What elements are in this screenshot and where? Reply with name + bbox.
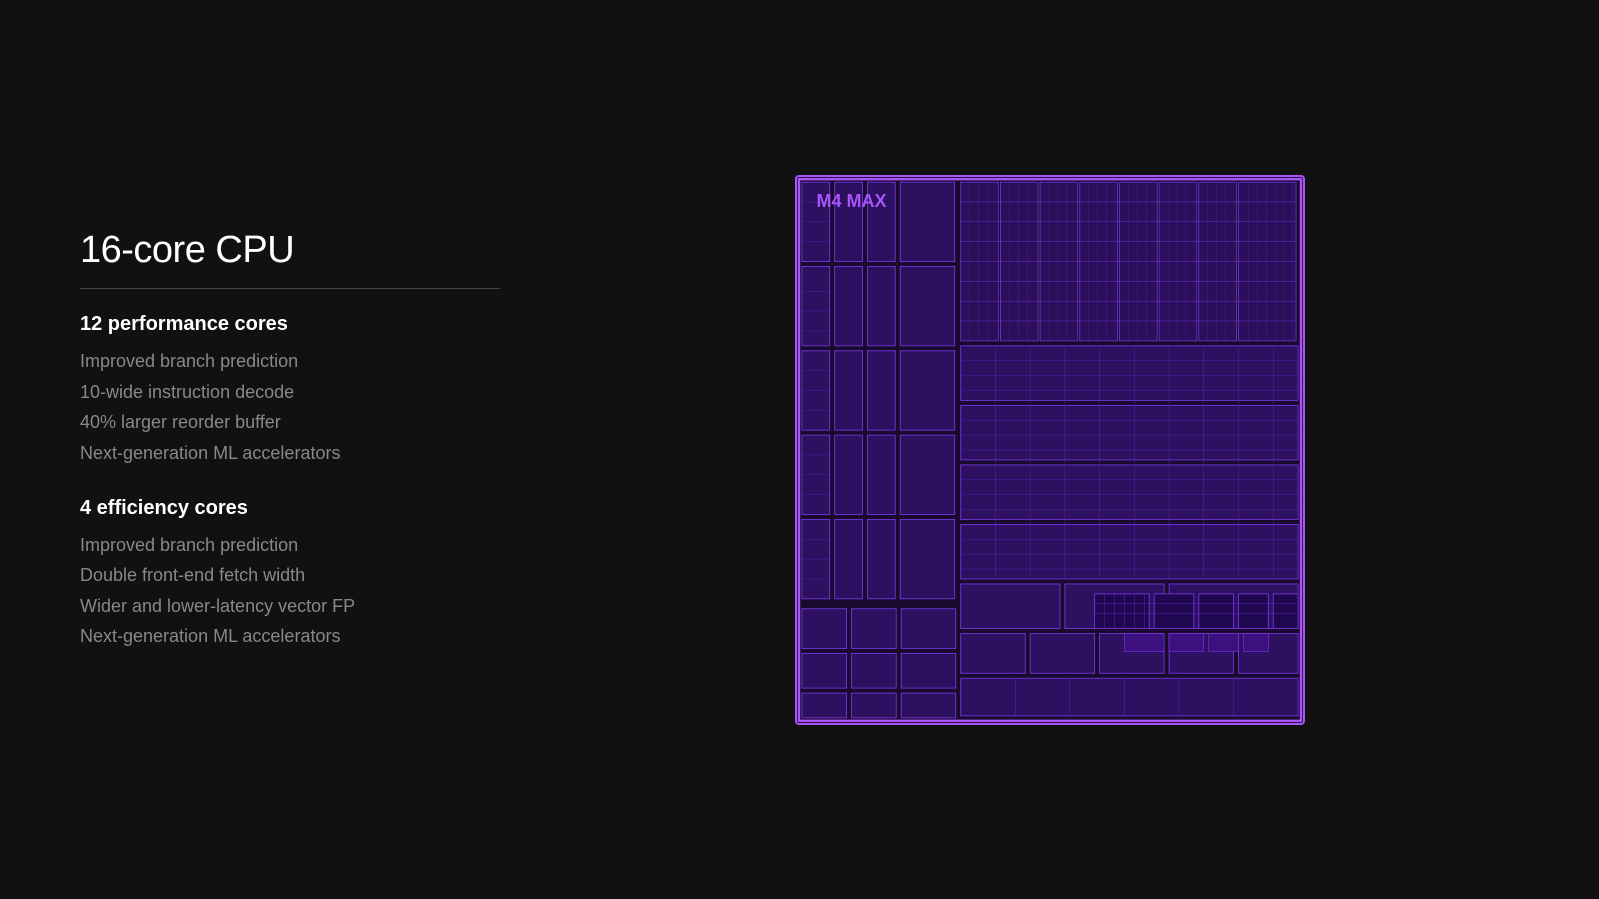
perf-item-1: Improved branch prediction	[80, 346, 500, 377]
perf-item-3: 40% larger reorder buffer	[80, 407, 500, 438]
performance-cores-section: 12 performance cores Improved branch pre…	[80, 313, 500, 468]
perf-item-4: Next-generation ML accelerators	[80, 438, 500, 469]
eff-item-3: Wider and lower-latency vector FP	[80, 591, 500, 622]
chip-diagram: M4 MAX	[795, 175, 1305, 725]
chip-label: M4 MAX	[811, 191, 887, 212]
eff-item-2: Double front-end fetch width	[80, 560, 500, 591]
content-wrapper: 16-core CPU 12 performance cores Improve…	[0, 0, 1599, 899]
efficiency-cores-section: 4 efficiency cores Improved branch predi…	[80, 497, 500, 652]
efficiency-cores-heading: 4 efficiency cores	[80, 497, 500, 520]
left-panel: 16-core CPU 12 performance cores Improve…	[80, 219, 500, 680]
cpu-title: 16-core CPU	[80, 229, 500, 272]
performance-cores-heading: 12 performance cores	[80, 313, 500, 336]
chip-diagram-svg	[797, 177, 1303, 723]
divider	[80, 288, 500, 289]
right-panel: M4 MAX	[580, 175, 1519, 725]
perf-item-2: 10-wide instruction decode	[80, 377, 500, 408]
eff-item-4: Next-generation ML accelerators	[80, 621, 500, 652]
eff-item-1: Improved branch prediction	[80, 530, 500, 561]
chip-name: M4 MAX	[817, 191, 887, 212]
